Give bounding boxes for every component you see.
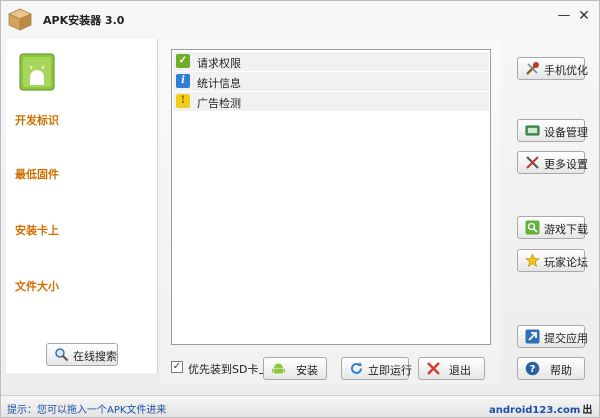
brand-name: android123.com [489,405,581,416]
title-bar[interactable]: APK安装器 3.0 — ✕ [1,1,599,37]
warning-icon: ! [176,94,190,108]
package-box-icon [8,8,32,31]
refresh-icon [351,362,362,374]
upload-icon [525,329,540,344]
permission-list[interactable]: ✓ 请求权限 i 统计信息 ! 广告检测 [171,49,491,345]
apk-info-panel: 开发标识 最低固件 安装卡上 文件大小 在线搜索 [6,39,158,373]
status-bar: 提示：您可以拖入一个APK文件进来 android123.com出品 [1,395,599,417]
phone-optimize-label: 手机优化 [544,64,588,77]
list-item-label: 请求权限 [197,57,241,70]
prefer-sd-label[interactable]: 优先装到SD卡上 [188,361,269,377]
install-button[interactable]: 安装 [263,357,327,380]
info-icon: i [176,74,190,88]
list-item-label: 广告检测 [197,97,241,110]
install-on-card-label: 安装卡上 [15,224,59,237]
game-download-button[interactable]: 游戏下载 [517,216,588,239]
prefer-sd-checkbox[interactable]: ✓ [171,361,183,373]
svg-text:?: ? [530,364,536,375]
min-firmware-label: 最低固件 [15,168,59,181]
help-button[interactable]: ? 帮助 [517,357,585,380]
search-green-icon [525,220,540,235]
main-panel: ✓ 请求权限 i 统计信息 ! 广告检测 ✓ 优先装到SD卡上 安装 立即运行 … [161,39,501,384]
status-tip: 提示：您可以拖入一个APK文件进来 [7,405,167,416]
list-item[interactable]: ✓ 请求权限 [173,52,489,71]
android-icon [272,363,285,374]
app-window: APK安装器 3.0 — ✕ 开发标识 最低固件 安装卡上 文件大小 在线搜索 [0,0,600,418]
exit-label: 退出 [449,364,471,377]
submit-app-label: 提交应用 [544,332,588,345]
run-now-button[interactable]: 立即运行 [341,357,412,380]
more-settings-button[interactable]: 更多设置 [517,151,588,174]
submit-app-button[interactable]: 提交应用 [517,325,588,348]
install-label: 安装 [296,364,318,377]
more-settings-label: 更多设置 [544,158,588,171]
android-apk-icon [19,53,55,91]
minimize-button[interactable]: — [557,9,571,23]
device-manage-button[interactable]: 设备管理 [517,119,588,142]
window-title: APK安装器 3.0 [43,14,125,27]
close-x-icon [427,362,440,375]
check-icon: ✓ [176,54,190,68]
wrench-screwdriver-icon [526,156,539,169]
run-now-label: 立即运行 [368,364,412,377]
device-manage-label: 设备管理 [544,126,588,139]
game-download-label: 游戏下载 [544,223,588,236]
help-icon: ? [525,361,540,376]
help-label: 帮助 [550,364,572,377]
list-item-label: 统计信息 [197,77,241,90]
player-forum-button[interactable]: 玩家论坛 [517,249,588,272]
tools-panel: 手机优化 设备管理 更多设置 游戏下载 玩家论坛 提交应用 ? 帮助 [505,39,597,384]
brand-link[interactable]: android123.com出品 [489,401,599,418]
close-button[interactable]: ✕ [577,9,591,23]
online-search-label: 在线搜索 [73,350,117,363]
magnifier-icon [55,348,69,362]
star-icon [525,253,540,267]
tools-icon [526,62,539,75]
phone-optimize-button[interactable]: 手机优化 [517,57,588,80]
file-size-label: 文件大小 [15,280,59,293]
list-item[interactable]: ! 广告检测 [173,92,489,111]
list-item[interactable]: i 统计信息 [173,72,489,91]
developer-label: 开发标识 [15,114,59,127]
device-icon [525,125,540,136]
exit-button[interactable]: 退出 [418,357,485,380]
online-search-button[interactable]: 在线搜索 [46,343,118,366]
player-forum-label: 玩家论坛 [544,256,588,269]
